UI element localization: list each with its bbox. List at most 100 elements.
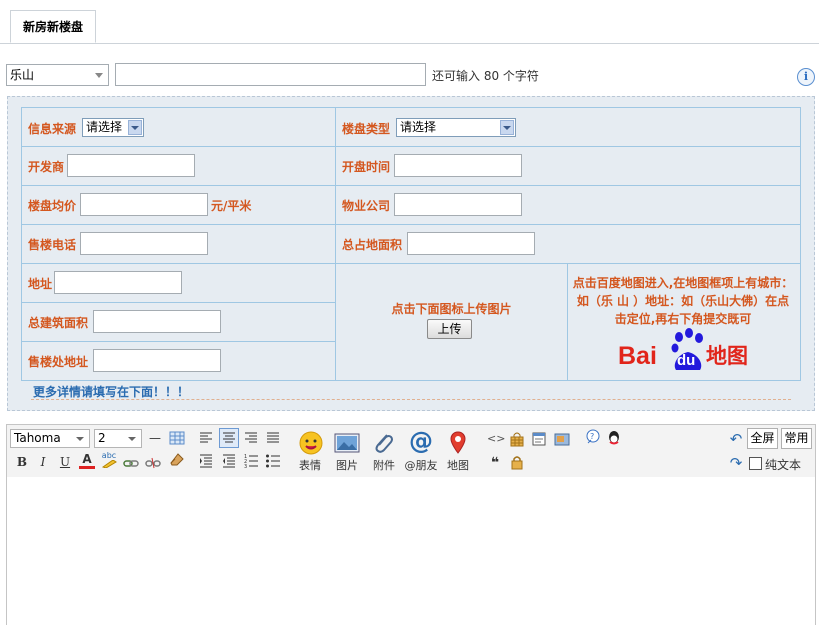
divider bbox=[31, 399, 791, 400]
tab-bar bbox=[0, 0, 819, 44]
developer-input[interactable] bbox=[67, 154, 195, 177]
grid-line bbox=[21, 107, 801, 108]
unlink-icon[interactable] bbox=[145, 455, 161, 471]
align-left-icon[interactable] bbox=[198, 430, 214, 446]
city-select[interactable]: 乐山 bbox=[6, 64, 109, 86]
font-size-value: 2 bbox=[98, 431, 106, 445]
map-hint: 点击百度地图进入,在地图框项上有城市：如（乐 山 ）地址：如（乐山大佛）在点击定… bbox=[572, 276, 794, 326]
price-unit: 元/平米 bbox=[211, 199, 252, 213]
upload-button[interactable]: 上传 bbox=[427, 319, 472, 339]
grid-line bbox=[21, 107, 22, 381]
grid-line bbox=[21, 146, 801, 147]
help-icon[interactable]: ? bbox=[585, 429, 601, 445]
quote-icon[interactable]: ❝ bbox=[487, 455, 503, 471]
align-center-icon[interactable] bbox=[219, 428, 239, 448]
type-select[interactable]: 请选择 bbox=[396, 118, 516, 137]
svg-text:3: 3 bbox=[244, 464, 247, 469]
font-family-select[interactable]: Tahoma bbox=[10, 429, 90, 448]
info-icon[interactable]: i bbox=[797, 68, 815, 86]
address-input[interactable] bbox=[54, 271, 182, 294]
ordered-list-icon[interactable]: 123 bbox=[243, 453, 259, 470]
property-input[interactable] bbox=[394, 193, 522, 216]
horizontal-rule-icon[interactable]: — bbox=[147, 430, 163, 446]
align-right-icon[interactable] bbox=[243, 430, 259, 446]
type-select-value: 请选择 bbox=[400, 120, 437, 134]
outdent-icon[interactable] bbox=[221, 453, 237, 469]
media-icon[interactable] bbox=[554, 431, 570, 447]
chevron-down-icon bbox=[500, 120, 514, 135]
grid-line bbox=[335, 107, 336, 381]
at-icon[interactable]: @ bbox=[408, 428, 434, 454]
svg-text:?: ? bbox=[590, 432, 594, 441]
align-justify-icon[interactable] bbox=[265, 430, 281, 446]
chevron-down-icon bbox=[128, 437, 136, 441]
italic-icon[interactable]: I bbox=[35, 454, 51, 470]
font-size-select[interactable]: 2 bbox=[94, 429, 142, 448]
avg-price-label: 楼盘均价 bbox=[28, 199, 77, 213]
window-icon[interactable] bbox=[531, 431, 547, 447]
redo-icon[interactable]: ↷ bbox=[728, 455, 744, 471]
qq-icon[interactable] bbox=[606, 429, 622, 445]
land-area-input[interactable] bbox=[407, 232, 535, 255]
plaintext-checkbox[interactable] bbox=[749, 457, 762, 470]
editor-content-area[interactable] bbox=[7, 477, 815, 625]
tab-new-house[interactable]: 新房新楼盘 bbox=[10, 10, 96, 43]
grid-line bbox=[567, 263, 568, 381]
underline-icon[interactable]: U bbox=[57, 454, 73, 470]
city-select-value: 乐山 bbox=[10, 68, 35, 82]
attach-label[interactable]: 附件 bbox=[364, 457, 404, 473]
avg-price-input[interactable] bbox=[80, 193, 208, 216]
common-button[interactable]: 常用 bbox=[781, 428, 812, 449]
more-details-text: 更多详情请填写在下面！！！ bbox=[33, 385, 190, 399]
lock-grid-icon[interactable] bbox=[509, 431, 525, 447]
property-label: 物业公司 bbox=[342, 199, 391, 213]
grid-line bbox=[800, 107, 801, 381]
map-pin-icon[interactable] bbox=[450, 431, 466, 455]
image-label[interactable]: 图片 bbox=[327, 457, 367, 473]
map-label[interactable]: 地图 bbox=[438, 457, 478, 473]
paperclip-icon[interactable] bbox=[372, 431, 394, 455]
plaintext-label: 纯文本 bbox=[765, 458, 802, 472]
lock-icon[interactable] bbox=[509, 454, 525, 470]
open-time-label: 开盘时间 bbox=[342, 160, 391, 174]
indent-icon[interactable] bbox=[198, 453, 214, 469]
undo-icon[interactable]: ↶ bbox=[728, 431, 744, 447]
font-color-icon[interactable]: A bbox=[79, 452, 95, 469]
open-time-input[interactable] bbox=[394, 154, 522, 177]
phone-label: 售楼电话 bbox=[28, 238, 77, 252]
subject-input[interactable] bbox=[115, 63, 426, 86]
grid-line bbox=[21, 380, 801, 381]
highlight-icon-text: abc bbox=[101, 451, 117, 460]
sales-address-label: 售楼处地址 bbox=[28, 355, 89, 369]
baidu-map-logo[interactable]: Bai du 地图 bbox=[618, 328, 752, 372]
grid-line bbox=[21, 341, 336, 342]
fullscreen-button[interactable]: 全屏 bbox=[747, 428, 778, 449]
chevron-down-icon bbox=[95, 73, 103, 78]
source-select[interactable]: 请选择 bbox=[82, 118, 144, 137]
link-icon[interactable] bbox=[123, 455, 139, 471]
type-label: 楼盘类型 bbox=[342, 122, 391, 136]
bold-icon[interactable]: B bbox=[14, 454, 30, 470]
build-area-input[interactable] bbox=[93, 310, 221, 333]
sales-address-input[interactable] bbox=[93, 349, 221, 372]
baidu-logo-du: du bbox=[677, 352, 696, 369]
grid-line bbox=[21, 263, 801, 264]
table-icon[interactable] bbox=[169, 430, 185, 446]
clear-format-icon[interactable] bbox=[169, 452, 185, 468]
baidu-logo-map: 地图 bbox=[706, 344, 748, 368]
grid-line bbox=[21, 302, 336, 303]
address-label: 地址 bbox=[28, 277, 53, 291]
phone-input[interactable] bbox=[80, 232, 208, 255]
at-friend-label[interactable]: @朋友 bbox=[401, 457, 441, 473]
highlight-icon[interactable]: abc bbox=[101, 451, 117, 468]
image-icon[interactable] bbox=[334, 433, 360, 453]
unordered-list-icon[interactable] bbox=[265, 453, 281, 469]
grid-line bbox=[21, 224, 801, 225]
grid-line bbox=[21, 185, 801, 186]
source-select-value: 请选择 bbox=[86, 120, 123, 134]
upload-hint: 点击下面图标上传图片 bbox=[391, 302, 512, 316]
code-icon[interactable]: <> bbox=[487, 431, 505, 447]
emoji-icon[interactable] bbox=[299, 431, 323, 455]
emoji-label[interactable]: 表情 bbox=[290, 457, 330, 473]
land-area-label: 总占地面积 bbox=[342, 238, 403, 252]
